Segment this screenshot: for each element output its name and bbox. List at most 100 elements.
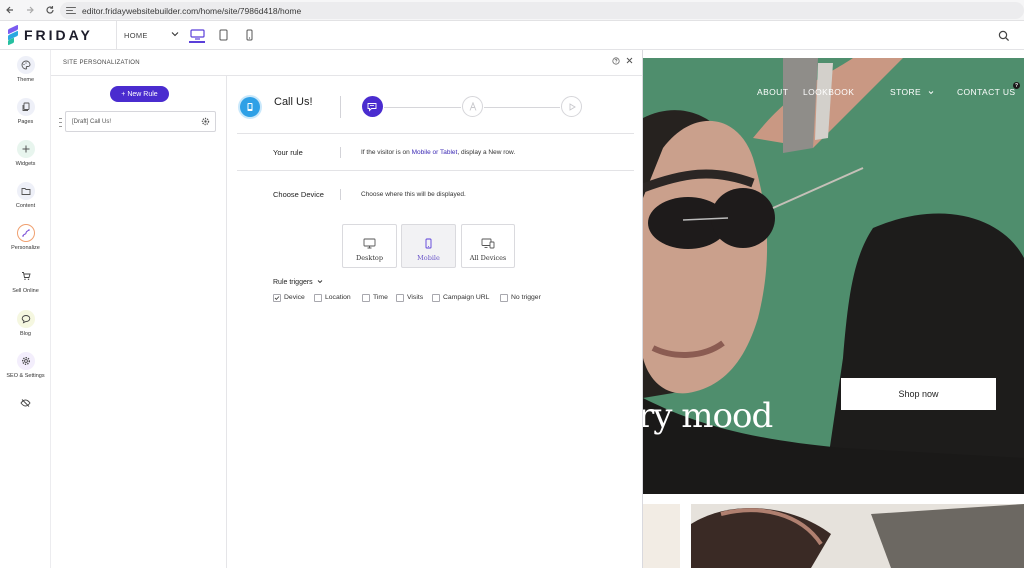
your-rule-suffix: , display a New row. [457,149,516,156]
desktop-icon [363,237,377,249]
drag-handle-icon[interactable] [59,118,62,127]
tablet-view-icon[interactable] [215,27,231,43]
trigger-campaign-url[interactable]: Campaign URL [432,293,489,302]
your-rule-prefix: If the visitor is on [361,149,412,156]
step-what-icon[interactable] [462,96,483,117]
page-select-value: HOME [124,31,148,40]
sidebar-item-hide[interactable] [0,394,51,412]
your-rule-devices: Mobile or Tablet [411,149,458,156]
divider [340,189,341,200]
panel-title: SITE PERSONALIZATION [63,59,140,66]
friday-logo-mark [8,24,18,46]
sidebar-item-label: Widgets [15,161,36,167]
chevron-down-icon [928,87,934,97]
back-icon[interactable] [0,0,20,21]
device-option-desktop[interactable]: Desktop [342,224,397,268]
sidebar-item-label: Sell Online [12,288,39,294]
checkbox[interactable] [500,293,508,302]
checkbox[interactable] [432,293,440,302]
help-icon[interactable] [612,57,620,67]
site-nav-store-label: STORE [890,87,922,97]
rule-card-label: [Draft] Call Us! [72,118,112,125]
step-line [384,107,461,108]
site-nav-about[interactable]: ABOUT [757,87,788,97]
choose-device-label: Choose Device [273,190,324,199]
checkbox-checked[interactable] [273,293,281,302]
chevron-down-icon [171,30,179,40]
search-icon[interactable] [998,29,1010,42]
desktop-view-icon[interactable] [189,27,205,43]
sidebar-item-personalize[interactable]: Personalize [0,224,51,251]
device-option-label: All Devices [469,254,507,262]
rule-card[interactable]: [Draft] Call Us! [65,111,216,132]
checkbox[interactable] [362,293,370,302]
panel-header: SITE PERSONALIZATION [51,50,642,76]
site-nav-lookbook[interactable]: LOOKBOOK [803,87,854,97]
sidebar-item-label: SEO & Settings [6,373,45,379]
divider [340,96,341,118]
sidebar-item-blog[interactable]: Blog [0,310,51,337]
rule-steps: Call Us! [237,76,634,134]
rule-name: Call Us! [274,96,313,108]
trigger-no-trigger[interactable]: No trigger [500,293,541,302]
product-tile[interactable] [643,504,680,568]
sidebar-item-content[interactable]: Content [0,182,51,209]
sidebar-item-widgets[interactable]: Widgets [0,140,51,167]
rule-triggers-toggle[interactable]: Rule triggers [273,279,323,286]
sidebar-item-seo-settings[interactable]: SEO & Settings [0,352,51,379]
personalize-icon [16,224,35,242]
trigger-label: No trigger [511,294,541,301]
editor-topbar: FRIDAY HOME [0,21,1024,50]
checkbox[interactable] [314,293,322,302]
mobile-icon [422,237,436,249]
hide-icon [16,394,35,412]
forward-icon[interactable] [20,0,40,21]
editor-sidebar: Theme Pages Widgets Content Personalize … [0,50,51,568]
shop-now-button[interactable]: Shop now [841,378,996,410]
sidebar-item-label: Blog [19,331,31,337]
gear-icon[interactable] [201,117,210,128]
choose-device-text: Choose where this will be displayed. [361,191,466,198]
logo-text: FRIDAY [24,27,93,43]
page-select[interactable]: HOME [116,21,186,50]
url-text: editor.fridaywebsitebuilder.com/home/sit… [82,5,302,16]
trigger-label: Campaign URL [443,294,490,301]
trigger-label: Location [325,294,351,301]
trigger-device[interactable]: Device [273,293,305,302]
site-nav-contact[interactable]: CONTACT US [957,87,1015,97]
mobile-view-icon[interactable] [241,27,257,43]
gear-icon [16,352,35,370]
product-photo [691,504,1024,568]
divider [237,170,634,171]
device-option-label: Mobile [417,254,440,262]
palette-icon [16,56,35,74]
close-icon[interactable] [626,57,633,66]
trigger-time[interactable]: Time [362,293,388,302]
sidebar-item-label: Content [15,203,36,209]
sidebar-item-pages[interactable]: Pages [0,98,51,125]
rules-list: + New Rule [Draft] Call Us! [51,76,227,568]
reload-icon[interactable] [40,0,60,21]
site-nav-store[interactable]: STORE [890,87,934,97]
device-option-all[interactable]: All Devices [461,224,515,268]
hero-section[interactable]: ABOUT LOOKBOOK STORE CONTACT US Shop now… [643,58,1024,494]
checkbox[interactable] [396,293,404,302]
sidebar-item-sell-online[interactable]: Sell Online [0,267,51,294]
sidebar-item-theme[interactable]: Theme [0,56,51,83]
step-line [484,107,560,108]
trigger-visits[interactable]: Visits [396,293,423,302]
product-tile[interactable] [691,504,1024,568]
step-who-icon[interactable] [362,96,383,117]
trigger-location[interactable]: Location [314,293,351,302]
all-devices-icon [481,237,495,249]
sidebar-item-label: Personalize [11,245,40,251]
step-preview-icon[interactable] [561,96,582,117]
site-settings-icon[interactable] [66,6,76,16]
help-icon[interactable]: ? [1013,82,1020,89]
device-option-mobile[interactable]: Mobile [401,224,456,268]
hero-headline: ry mood [643,396,773,436]
device-option-label: Desktop [355,254,384,262]
rule-triggers-label: Rule triggers [273,279,313,286]
new-rule-button[interactable]: + New Rule [110,86,169,102]
address-bar[interactable]: editor.fridaywebsitebuilder.com/home/sit… [60,2,1024,19]
